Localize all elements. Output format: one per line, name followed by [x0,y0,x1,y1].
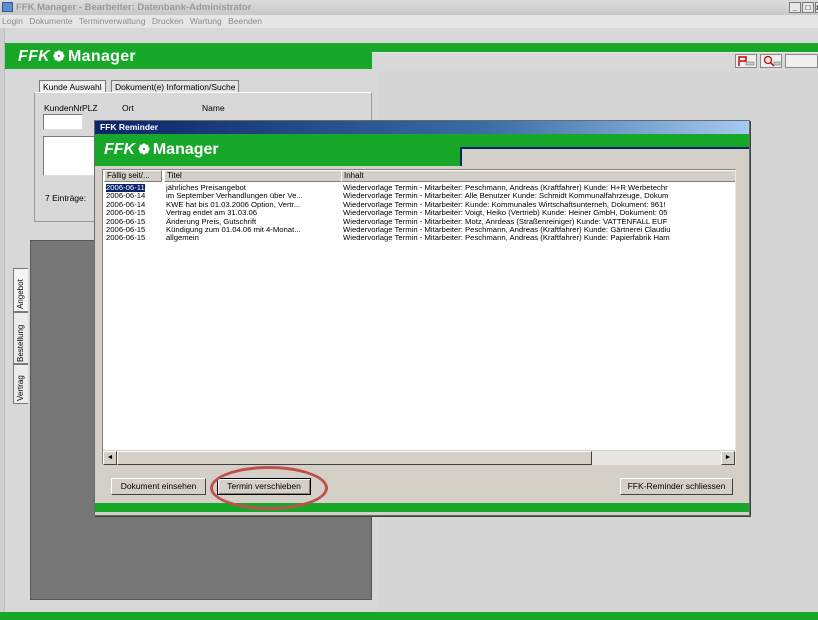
flower-icon: ❁ [53,48,66,64]
column-header-titel[interactable]: Titel [164,170,342,182]
reminder-date: 2006-06-11 [106,184,145,192]
reminder-title: allgemein [166,234,199,243]
scroll-left-icon[interactable]: ◄ [103,451,117,465]
reminder-date: 2006-06-15 [106,209,146,218]
reminder-content: Wiedervorlage Termin - Mitarbeiter: Pesc… [343,234,670,243]
tool-button-3[interactable] [785,54,818,68]
reminder-title: Änderung Preis, Gutschrift [166,217,257,226]
reminder-title: Vertrag endet am 31.03.06 [166,209,258,218]
reminder-date: 2006-06-15 [106,226,146,234]
horizontal-scrollbar[interactable]: ◄ ► [103,450,735,465]
reminder-footer-bar [95,503,749,512]
footer-bar [0,612,818,620]
reminder-row[interactable]: 2006-06-14 KWE hat bis 01.03.2006 Option,… [103,201,735,209]
search-tool-icon[interactable] [760,54,782,68]
reminder-logo-name: Manager [152,141,219,158]
tab-vertrag[interactable]: Vertrag [13,364,28,404]
app-logo: FFK ❁ Manager [18,46,136,66]
menu-login[interactable]: Login [2,16,23,26]
reminder-content: Wiedervorlage Termin - Mitarbeiter: Pesc… [343,184,668,192]
reminder-date: 2006-06-14 [106,192,146,201]
close-reminder-button[interactable]: FFK-Reminder schliessen [620,478,733,495]
label-kundennr: KundenNr. [44,103,85,113]
reminder-date: 2006-06-15 [106,234,146,243]
column-header-faellig[interactable]: Fällig seit/... [104,170,162,182]
window-title: FFK Manager - Bearbeiter: Datenbank-Admi… [16,2,252,13]
app-icon [2,2,13,12]
reminder-row[interactable]: 2006-06-15 allgemein Wiedervorlage Termin … [103,234,735,242]
maximize-button[interactable]: □ [802,2,814,13]
flag-tool-icon[interactable] [735,54,757,68]
reminder-title: Kündigung zum 01.04.06 mit 4-Monat... [166,226,301,234]
entries-count: 7 Einträge: [45,193,87,203]
reminder-row[interactable]: 2006-06-15 Vertrag endet am 31.03.06 Wiede… [103,209,735,217]
reminder-title-bar: FFK Reminder [95,121,749,134]
reminder-content: Wiedervorlage Termin - Mitarbeiter: Alle… [343,192,669,201]
customer-list-box[interactable] [43,136,95,176]
reminder-date: 2006-06-14 [106,200,146,209]
reminder-logo: FFK ❁ Manager [104,139,219,159]
reminder-row[interactable]: 2006-06-11 jährliches Preisangebot Wiederv… [103,184,735,192]
reminder-row[interactable]: 2006-06-14 im September Verhandlungen übe… [103,192,735,200]
kundennr-field[interactable] [43,114,83,130]
minimize-button[interactable]: _ [789,2,801,13]
document-type-tabs: Angebot Bestellung Vertrag [13,268,28,404]
reminder-content: Wiedervorlage Termin - Mitarbeiter: Voig… [343,209,668,218]
label-plz: PLZ [82,103,98,113]
menu-bar: Login Dokumente Terminverwaltung Drucken… [0,15,818,28]
reminder-title: im September Verhandlungen über Ve... [166,192,303,201]
column-header-inhalt[interactable]: Inhalt [341,170,735,182]
reminder-header-panel [460,147,749,166]
main-title-bar: FFK Manager - Bearbeiter: Datenbank-Admi… [0,0,818,15]
menu-terminverwaltung[interactable]: Terminverwaltung [79,16,146,26]
reminder-row[interactable]: 2006-06-15 Kündigung zum 01.04.06 mit 4-M… [103,226,735,234]
reminder-date: 2006-06-15 [106,217,146,226]
menu-dokumente[interactable]: Dokumente [29,16,72,26]
menu-drucken[interactable]: Drucken [152,16,184,26]
flower-icon: ❁ [138,141,150,157]
reminder-logo-brand: FFK [104,141,136,158]
view-document-button[interactable]: Dokument einsehen [111,478,206,495]
tab-angebot[interactable]: Angebot [13,268,28,312]
reminder-row[interactable]: 2006-06-15 Änderung Preis, Gutschrift Wied… [103,218,735,226]
scroll-thumb[interactable] [117,451,592,465]
reminder-title: KWE hat bis 01.03.2006 Option, Vertr... [166,200,301,209]
reminder-content: Wiedervorlage Termin - Mitarbeiter: Pesc… [343,226,671,234]
menu-wartung[interactable]: Wartung [190,16,222,26]
label-name: Name [202,103,225,113]
highlight-circle [210,466,328,510]
logo-name: Manager [68,48,136,65]
menu-beenden[interactable]: Beenden [228,16,262,26]
reminder-title: jährliches Preisangebot [166,184,246,192]
reminder-content: Wiedervorlage Termin - Mitarbeiter: Motz… [343,217,668,226]
tab-bestellung[interactable]: Bestellung [13,312,28,364]
reminder-list[interactable]: Fällig seit/... Titel Inhalt 2006-06-11 j… [102,169,736,465]
logo-brand: FFK [18,48,51,65]
label-ort: Ort [122,103,134,113]
scroll-right-icon[interactable]: ► [721,451,735,465]
reminder-content: Wiedervorlage Termin - Mitarbeiter: Kund… [343,200,666,209]
